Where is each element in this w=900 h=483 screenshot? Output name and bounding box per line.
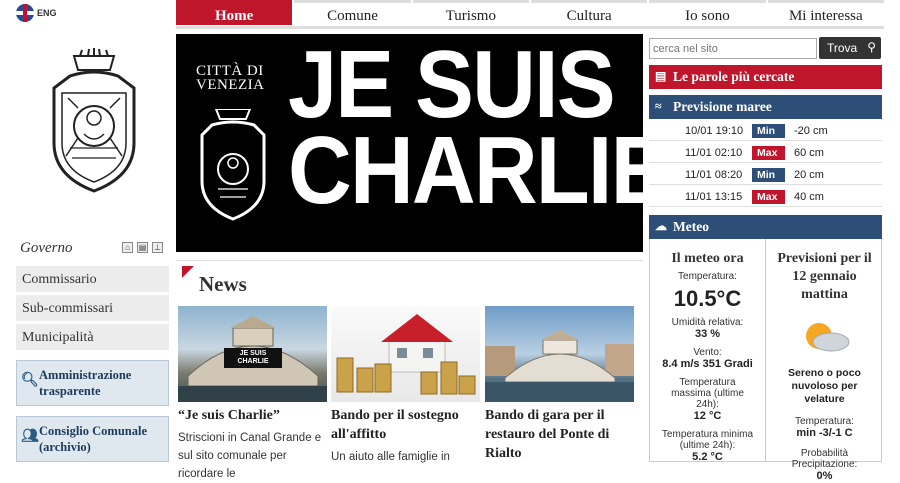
news-divider — [176, 260, 643, 261]
maree-title: Previsione maree — [673, 99, 772, 114]
meteo-title: Meteo — [673, 219, 709, 234]
tide-value: -20 cm — [794, 125, 828, 137]
news-card-text: Striscioni in Canal Grande e sul sito co… — [178, 432, 322, 480]
precip-label: Probabilità Precipitazione: — [791, 448, 858, 470]
banner-crest-logo — [200, 109, 266, 221]
slogan-line-1: JE SUIS — [288, 34, 616, 138]
meteo-forecast-column: Previsioni per il 12 gennaio mattina Ser… — [767, 239, 882, 483]
nav-divider — [176, 26, 884, 29]
photo-banner-text: JE SUIS CHARLIE — [237, 350, 269, 365]
people-icon: 👥︎ — [21, 429, 39, 444]
slogan-line-2: CHARLIE — [288, 117, 643, 224]
tide-datetime: 11/01 08:20 — [685, 169, 743, 181]
amministrazione-trasparente-link[interactable]: 🔍︎ Amministrazione trasparente — [16, 360, 169, 406]
tide-datetime: 10/01 19:10 — [685, 125, 744, 137]
tide-row: 11/01 13:15 Max 40 cm — [649, 188, 882, 207]
search-input[interactable] — [649, 38, 817, 59]
tab-cultura[interactable]: Cultura — [530, 0, 648, 25]
menu-commissario[interactable]: Commissario — [16, 266, 169, 293]
governo-tools: ⌂ ▤ ⊥ — [122, 242, 163, 253]
tab-home[interactable]: Home — [176, 0, 293, 25]
tide-datetime: 11/01 02:10 — [685, 147, 743, 159]
news-card[interactable]: Bando di gara per il restauro del Ponte … — [485, 306, 634, 467]
tmin-label: Temperatura minima (ultime 24h): — [661, 429, 754, 451]
banner-city-name: CITTÀ DI VENEZIA — [196, 63, 265, 93]
news-card[interactable]: JE SUIS CHARLIE “Je suis Charlie” Strisc… — [178, 306, 327, 483]
precip-value: 0% — [816, 470, 833, 482]
meteo-now-column: Il meteo ora Temperatura: 10.5°C Umidità… — [650, 239, 766, 463]
search-icon: ⚲ — [867, 40, 876, 54]
banner-slogan: JE SUIS CHARLIE — [288, 34, 643, 224]
tide-kind-badge: Max — [752, 146, 785, 160]
forecast-description: Sereno o poco nuvoloso per velature — [788, 367, 861, 405]
tide-row: 11/01 08:20 Min 20 cm — [649, 166, 882, 185]
menu-sub-commissari[interactable]: Sub-commissari — [16, 295, 169, 322]
parole-header[interactable]: ▤ Le parole più cercate — [649, 65, 882, 89]
meteo-header[interactable]: ☁ Meteo — [649, 215, 882, 239]
left-column: ENG Governo ⌂ ▤ ⊥ Commissario Sub-commis… — [0, 0, 172, 462]
tmax-label: Temperatura massima (ultime 24h): — [671, 377, 744, 410]
humidity-label: Umidità relativa: — [671, 317, 744, 328]
news-card-title[interactable]: Bando per il sostegno all'affitto — [331, 406, 480, 444]
tmin-value: 5.2 °C — [692, 451, 723, 463]
news-card-title[interactable]: Bando di gara per il restauro del Ponte … — [485, 406, 634, 463]
tab-turismo[interactable]: Turismo — [412, 0, 529, 25]
news-card-text: Un aiuto alle famiglie in — [331, 451, 450, 463]
tide-datetime: 11/01 13:15 — [685, 191, 743, 203]
search-button-label: Trova — [827, 41, 858, 55]
menu-municipalita[interactable]: Municipalità — [16, 324, 169, 351]
governo-heading: Governo — [20, 240, 73, 256]
wind-value: 8.4 m/s 351 Gradi — [662, 358, 753, 370]
tide-value: 20 cm — [794, 169, 824, 181]
wind-label: Vento: — [693, 347, 722, 358]
rialto-bridge-photo[interactable] — [485, 306, 634, 402]
waves-icon: ≈ — [655, 99, 662, 113]
tab-mi-interessa[interactable]: Mi interessa — [767, 0, 884, 25]
tab-comune[interactable]: Comune — [294, 0, 411, 25]
print-icon[interactable]: ▤ — [137, 242, 148, 253]
venice-crest-logo[interactable] — [48, 48, 140, 193]
maree-header[interactable]: ≈ Previsione maree — [649, 95, 882, 119]
forecast-temp-value: min -3/-1 C — [796, 427, 853, 439]
consiglio-label: Consiglio Comunale (archivio) — [39, 424, 148, 454]
house-coins-photo[interactable] — [331, 306, 480, 402]
cloud-sun-icon: ☁ — [655, 219, 667, 233]
consiglio-comunale-link[interactable]: 👥︎ Consiglio Comunale (archivio) — [16, 416, 169, 462]
tide-row: 11/01 02:10 Max 60 cm — [649, 144, 882, 163]
meteo-panel: Il meteo ora Temperatura: 10.5°C Umidità… — [649, 239, 882, 482]
news-flag-icon — [182, 266, 194, 278]
forecast-temp-label: Temperatura: — [795, 416, 854, 427]
humidity-value: 33 % — [694, 328, 721, 340]
temp-label: Temperatura: — [678, 271, 737, 282]
tide-kind-badge: Max — [752, 190, 785, 204]
rialto-banner-photo[interactable]: JE SUIS CHARLIE — [178, 306, 327, 402]
tide-value: 60 cm — [794, 147, 824, 159]
news-card-title[interactable]: “Je suis Charlie” — [178, 406, 327, 425]
document-icon: ▤ — [655, 69, 667, 83]
meteo-now-heading: Il meteo ora — [671, 251, 744, 266]
search-button[interactable]: Trova ⚲ — [819, 37, 881, 59]
je-suis-charlie-banner[interactable]: CITTÀ DI VENEZIA JE SUIS CHARLIE — [176, 34, 643, 252]
news-heading: News — [199, 272, 247, 296]
tide-kind-badge: Min — [752, 124, 785, 138]
tide-kind-badge: Min — [752, 168, 785, 182]
forecast-heading: Previsioni per il 12 gennaio mattina — [777, 251, 872, 302]
parole-title: Le parole più cercate — [673, 69, 795, 84]
tmax-value: 12 °C — [693, 410, 722, 422]
main-nav: Home Comune Turismo Cultura Io sono Mi i… — [176, 0, 884, 25]
partly-cloudy-icon — [805, 323, 849, 352]
news-card[interactable]: Bando per il sostegno all'affitto Un aiu… — [331, 306, 480, 466]
home-icon[interactable]: ⌂ — [122, 242, 133, 253]
current-temperature: 10.5°C — [673, 286, 742, 311]
tide-row: 10/01 19:10 Min -20 cm — [649, 122, 882, 141]
sitemap-icon[interactable]: ⊥ — [152, 242, 163, 253]
tide-value: 40 cm — [794, 191, 824, 203]
amministrazione-label: Amministrazione trasparente — [39, 368, 132, 398]
uk-flag-icon — [16, 4, 34, 22]
magnifier-icon: 🔍︎ — [21, 373, 39, 388]
language-label: ENG — [37, 8, 57, 18]
language-switch[interactable]: ENG — [16, 4, 57, 22]
tab-io-sono[interactable]: Io sono — [649, 0, 766, 25]
